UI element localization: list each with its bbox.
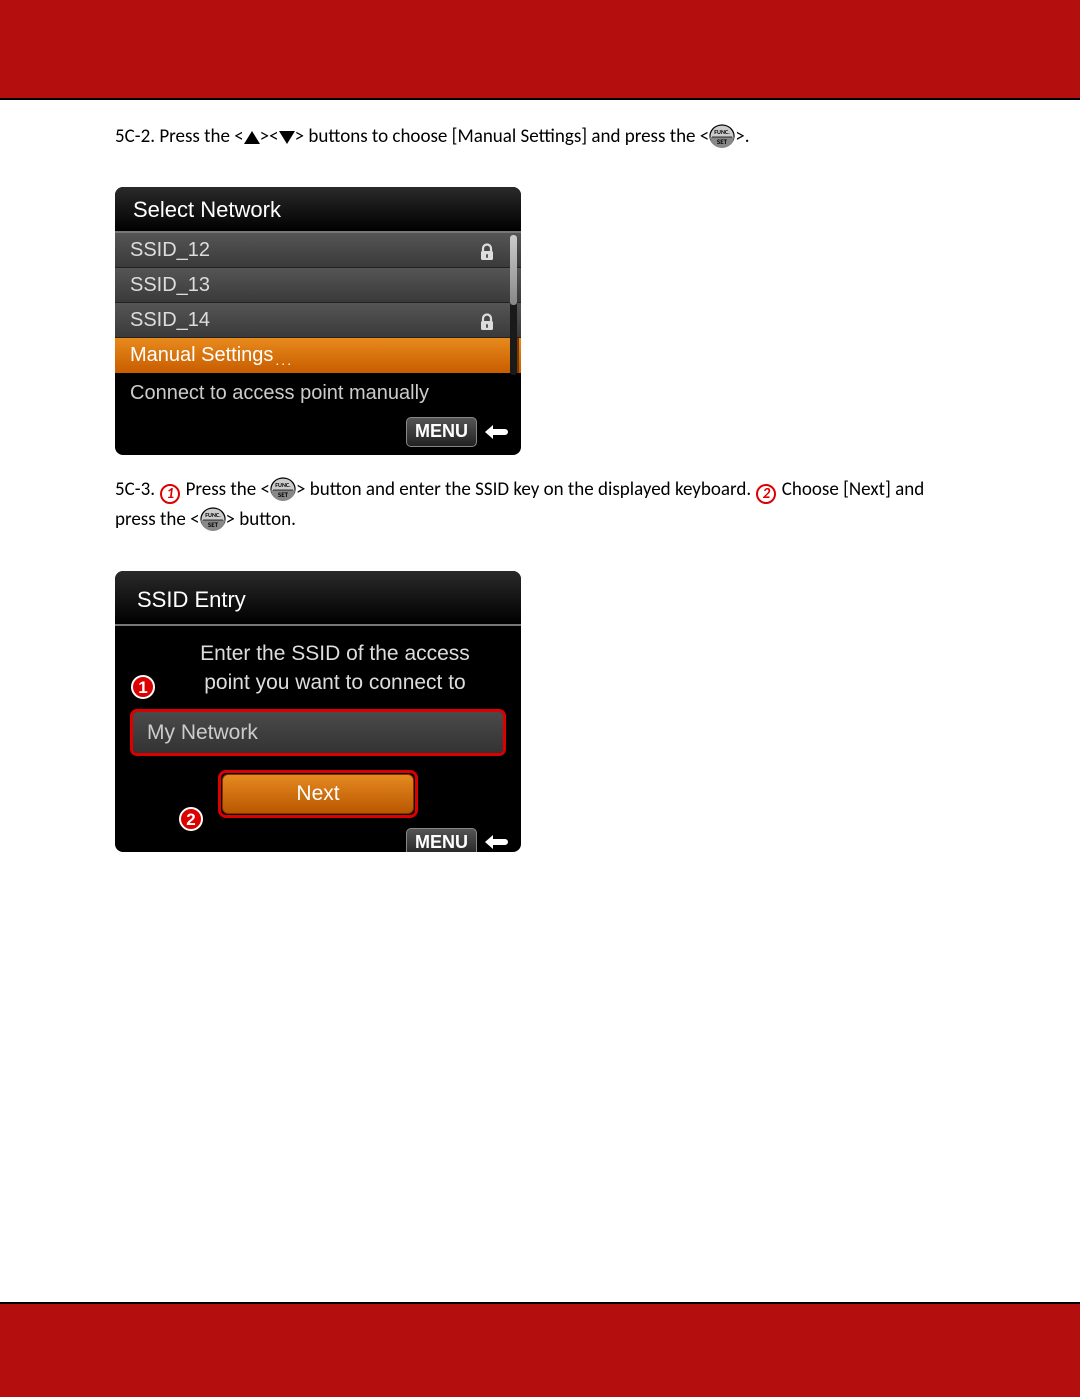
text: > button and enter the SSID key on the d… — [296, 478, 751, 501]
network-row[interactable]: SSID_13 — [115, 268, 521, 303]
callout-2: 2 — [179, 807, 203, 831]
text: > buttons to choose [Manual Settings] an… — [295, 125, 710, 148]
svg-text:FUNC.: FUNC. — [275, 481, 291, 489]
next-button-highlight: Next — [218, 770, 418, 817]
ssid-input-highlight: My Network — [130, 709, 506, 756]
screen-title: Select Network — [115, 187, 521, 234]
instruction-text: Enter the SSID of the access point you w… — [167, 640, 503, 697]
marker-1-icon: 1 — [160, 484, 180, 504]
ellipsis-icon: ... — [275, 352, 293, 368]
func-set-icon: FUNC.SET — [270, 477, 296, 502]
text: Press the < — [186, 478, 270, 501]
svg-text:SET: SET — [717, 137, 728, 146]
text: >. — [735, 125, 749, 148]
ssid-label: SSID_14 — [130, 306, 210, 334]
step-5c3: 5C-3. 1 Press the <FUNC.SET> button and … — [115, 475, 965, 536]
screen-title: SSID Entry — [115, 571, 521, 626]
down-arrow-icon — [279, 131, 295, 144]
text-line: point you want to connect to — [204, 671, 466, 694]
network-row[interactable]: SSID_12 — [115, 233, 521, 268]
text-line: Enter the SSID of the access — [200, 642, 470, 665]
hint-text: Connect to access point manually — [115, 373, 521, 413]
marker-2-icon: 2 — [756, 484, 776, 504]
screen-body: 1 Enter the SSID of the access point you… — [115, 626, 521, 823]
back-icon — [483, 423, 509, 441]
svg-text:FUNC.: FUNC. — [715, 128, 731, 136]
ssid-input[interactable]: My Network — [133, 712, 503, 753]
menu-bar: MENU — [115, 413, 521, 454]
svg-text:SET: SET — [207, 520, 218, 529]
up-arrow-icon — [244, 131, 260, 144]
scrollbar-thumb[interactable] — [510, 235, 517, 305]
network-list: SSID_12 SSID_13 SSID_14 Manual Settings.… — [115, 233, 521, 373]
manual-settings-label: Manual Settings — [130, 344, 273, 366]
network-row[interactable]: SSID_14 — [115, 303, 521, 338]
page-footer-bar — [0, 1302, 1080, 1397]
network-row-selected[interactable]: Manual Settings... — [115, 338, 521, 373]
svg-text:SET: SET — [278, 490, 289, 499]
lock-icon — [478, 241, 496, 259]
page-header-bar — [0, 0, 1080, 100]
step-number: 5C-2. — [115, 125, 155, 148]
document-body: 5C-2. Press the < >< > buttons to choose [… — [0, 100, 1080, 876]
ssid-label: SSID_13 — [130, 271, 210, 299]
menu-button[interactable]: MENU — [406, 828, 477, 853]
next-button[interactable]: Next — [222, 774, 414, 813]
func-set-icon: FUNC.SET — [709, 124, 735, 149]
ssid-label: SSID_12 — [130, 236, 210, 264]
camera-screen-ssid-entry: SSID Entry 1 Enter the SSID of the acces… — [115, 571, 521, 852]
camera-screen-select-network: Select Network SSID_12 SSID_13 SSID_14 M… — [115, 187, 521, 455]
menu-button[interactable]: MENU — [406, 417, 477, 446]
svg-text:FUNC.: FUNC. — [205, 511, 221, 519]
step-number: 5C-3. — [115, 478, 155, 501]
menu-bar: MENU — [115, 824, 521, 853]
lock-icon — [478, 311, 496, 329]
text: > button. — [226, 508, 296, 531]
step-5c2: 5C-2. Press the < >< > buttons to choose [… — [115, 124, 965, 151]
text: >< — [260, 125, 279, 148]
back-icon — [483, 833, 509, 851]
callout-1: 1 — [131, 675, 155, 699]
text: Press the < — [159, 125, 243, 148]
func-set-icon: FUNC.SET — [200, 507, 226, 532]
